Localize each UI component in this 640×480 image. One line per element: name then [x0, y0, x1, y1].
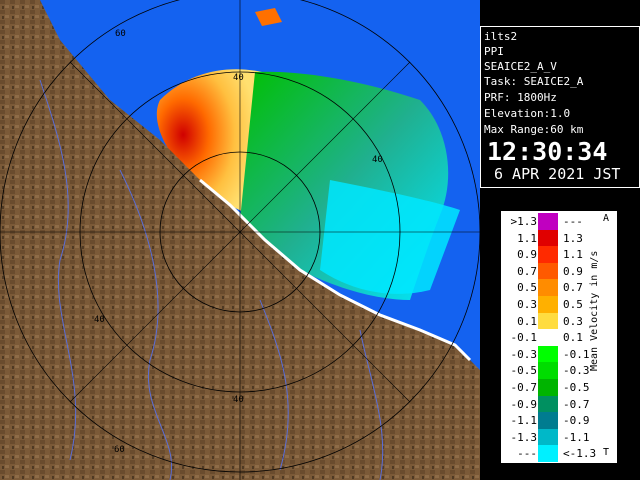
legend-high-value: -1.1 [563, 430, 590, 444]
prf-label: PRF: 1800Hz [484, 91, 557, 104]
legend-color-swatch [538, 246, 558, 264]
legend-color-swatch [538, 428, 558, 446]
legend-low-value: -1.1 [510, 414, 538, 428]
legend-color-swatch [538, 345, 558, 363]
elevation-label: Elevation:1.0 [484, 107, 571, 120]
legend-low-value: --- [517, 447, 537, 461]
legend-row: 0.1 0.3 [501, 312, 619, 330]
legend-low-value: -1.3 [510, 430, 538, 444]
legend-low-value: 0.3 [517, 298, 537, 311]
legend-row: 0.7 0.9 [501, 262, 619, 280]
legend-row: -0.3 -0.1 [501, 345, 619, 363]
scan-date: 6 APR 2021 JST [494, 165, 621, 183]
max-range-label: Max Range:60 km [484, 123, 584, 136]
legend-title: Mean Velocity in m/s [589, 250, 600, 371]
legend-color-swatch [538, 296, 558, 313]
legend-row: -0.1 0.1 [501, 329, 619, 347]
ring-label: 40 [233, 395, 244, 405]
legend-low-value: 1.1 [517, 231, 537, 245]
ring-label: 60 [114, 445, 125, 455]
legend-low-value: -0.5 [510, 364, 538, 378]
legend-low-value: -0.3 [510, 347, 538, 361]
legend-high-value: -0.5 [563, 381, 590, 394]
legend-row: -0.9 -0.7 [501, 395, 619, 413]
legend-row: 0.3 0.5 [501, 296, 619, 313]
radar-ppi-display: 60 40 40 40 60 40 [0, 0, 480, 480]
legend-color-swatch [538, 279, 558, 297]
legend-low-value: -0.7 [510, 381, 538, 394]
legend-low-value: 0.5 [517, 281, 537, 295]
legend-color-swatch [538, 213, 558, 230]
velocity-legend: >1.3 --- 1.1 1.3 0.9 1.1 0.7 0.9 0.5 0.7 0.3 0.5 0.1… [500, 210, 618, 464]
legend-color-swatch [538, 445, 558, 463]
site-name: ilts2 [484, 30, 518, 43]
legend-low-value: 0.1 [517, 314, 537, 328]
legend-row: 0.5 0.7 [501, 279, 619, 297]
legend-high-value: <-1.3 [563, 447, 597, 461]
task-name: SEAICE2_A_V [484, 60, 557, 73]
legend-color-swatch [538, 395, 558, 413]
legend-low-value: 0.7 [517, 264, 537, 278]
legend-row: -1.3 -1.1 [501, 428, 619, 446]
product-type: PPI [484, 45, 504, 58]
legend-color-swatch [538, 362, 558, 380]
legend-row: -0.5 -0.3 [501, 362, 619, 380]
legend-row: --- <-1.3 [501, 445, 619, 463]
legend-color-swatch [538, 329, 558, 347]
legend-row: 0.9 1.1 [501, 246, 619, 264]
legend-high-value: -0.9 [563, 414, 590, 428]
scan-time: 12:30:34 [487, 137, 608, 166]
legend-corner-label: T [603, 447, 610, 458]
ring-label: 40 [94, 315, 105, 325]
legend-low-value: >1.3 [510, 215, 538, 228]
task-label: Task: SEAICE2_A [484, 75, 584, 88]
legend-color-swatch [538, 262, 558, 280]
legend-color-swatch [538, 412, 558, 430]
legend-high-value: -0.7 [563, 397, 590, 411]
legend-corner-label: A [603, 213, 610, 224]
legend-low-value: -0.9 [510, 397, 538, 411]
product-info-panel: ilts2 PPI SEAICE2_A_V Task: SEAICE2_A PR… [480, 26, 640, 188]
ring-label: 40 [233, 73, 244, 83]
legend-color-swatch [538, 312, 558, 330]
legend-row: 1.1 1.3 [501, 229, 619, 247]
legend-row: -1.1 -0.9 [501, 412, 619, 430]
legend-row: >1.3 --- [501, 213, 619, 230]
legend-low-value: 0.9 [517, 248, 537, 262]
legend-low-value: -0.1 [510, 331, 538, 345]
ring-label: 40 [372, 155, 383, 165]
legend-color-swatch [538, 229, 558, 247]
legend-color-swatch [538, 379, 558, 396]
ring-label: 60 [115, 29, 126, 39]
legend-row: -0.7 -0.5 [501, 379, 619, 396]
